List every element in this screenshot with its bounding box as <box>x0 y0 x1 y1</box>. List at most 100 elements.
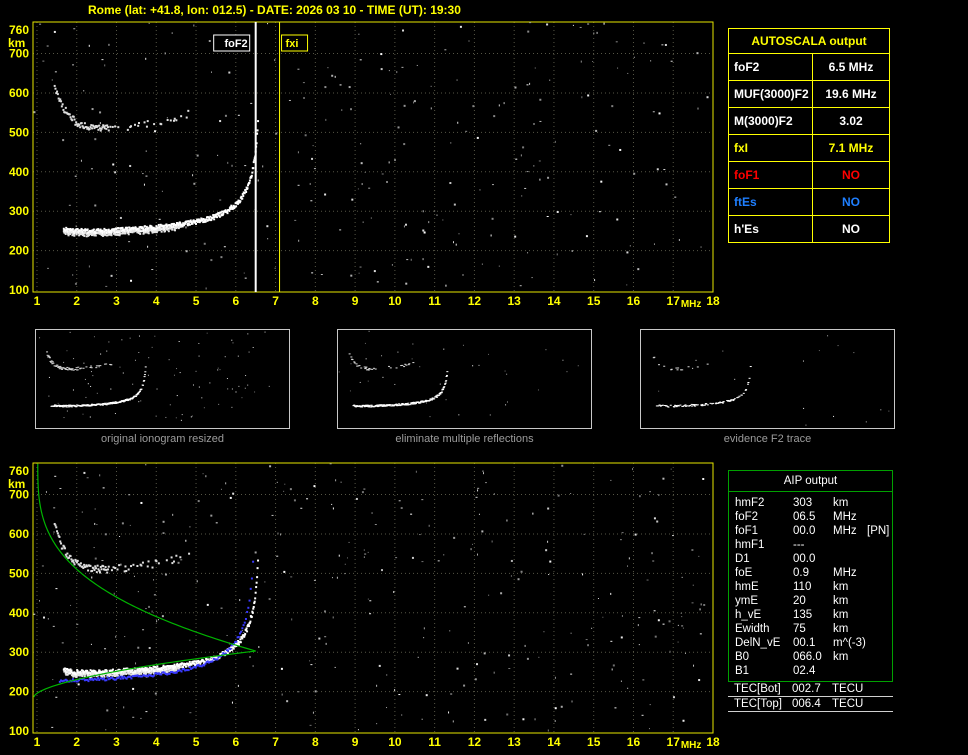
svg-text:16: 16 <box>627 735 641 749</box>
svg-text:17: 17 <box>667 294 681 308</box>
row-label: hmF2 <box>735 497 765 509</box>
svg-text:17: 17 <box>667 735 681 749</box>
thumbnail-original-plot <box>35 329 290 429</box>
tec-top-row: TEC[Top] 006.4 TECU <box>728 697 893 712</box>
row-value: 02.4 <box>793 665 816 677</box>
svg-text:8: 8 <box>312 294 319 308</box>
row-label: foF1 <box>735 525 759 537</box>
row-unit: m^(-3) <box>833 637 866 649</box>
row-value: 19.6 MHz <box>825 87 877 101</box>
row-extra <box>867 622 892 636</box>
svg-text:2: 2 <box>73 294 80 308</box>
svg-text:13: 13 <box>507 294 521 308</box>
aip-table-body: hmF2 303 km foF2 06.5 MHz foF1 00.0 MHz [PN] hm… <box>729 492 892 681</box>
svg-text:400: 400 <box>9 165 29 179</box>
row-unit: km <box>833 651 849 663</box>
row-value: NO <box>842 222 860 236</box>
svg-text:3: 3 <box>113 735 120 749</box>
row-unit: km <box>833 497 849 509</box>
table-row: foF1 00.0 MHz [PN] <box>729 524 892 538</box>
row-value: 7.1 MHz <box>828 141 874 155</box>
svg-text:100: 100 <box>9 724 29 738</box>
svg-text:600: 600 <box>9 86 29 100</box>
row-label: h'Es <box>729 216 813 242</box>
table-row: MUF(3000)F2 19.6 MHz <box>729 81 889 108</box>
svg-text:km: km <box>8 36 25 50</box>
row-value: 00.0 <box>793 525 816 537</box>
svg-text:2: 2 <box>73 735 80 749</box>
row-unit <box>833 552 867 566</box>
table-row: M(3000)F2 3.02 <box>729 108 889 135</box>
svg-text:8: 8 <box>312 735 319 749</box>
svg-text:9: 9 <box>352 294 359 308</box>
row-extra <box>867 636 892 650</box>
autoscala-table: AUTOSCALA output foF2 6.5 MHz MUF(3000)F… <box>728 28 890 243</box>
row-label: D1 <box>735 553 750 565</box>
svg-text:6: 6 <box>232 735 239 749</box>
table-row: ymE 20 km <box>729 594 892 608</box>
tec-bottom-row: TEC[Bot] 002.7 TECU <box>728 682 893 697</box>
row-extra <box>867 566 892 580</box>
row-extra <box>867 664 892 678</box>
svg-text:fxi: fxi <box>286 38 299 50</box>
row-value: 135 <box>793 609 813 621</box>
svg-text:6: 6 <box>232 294 239 308</box>
svg-text:9: 9 <box>352 735 359 749</box>
row-unit <box>833 538 867 552</box>
svg-text:1: 1 <box>34 735 41 749</box>
table-row: h'Es NO <box>729 216 889 242</box>
row-value: 06.5 <box>793 511 816 523</box>
svg-text:km: km <box>8 477 25 491</box>
svg-text:760: 760 <box>9 464 29 478</box>
row-unit: km <box>833 623 849 635</box>
row-value: NO <box>842 168 860 182</box>
thumbnail-original-ionogram <box>35 329 290 429</box>
row-unit: TECU <box>832 683 864 695</box>
row-value: 00.0 <box>793 553 816 565</box>
row-extra <box>867 594 892 608</box>
row-extra <box>867 580 892 594</box>
aip-table-title: AIP output <box>729 471 892 492</box>
row-label: TEC[Bot] <box>734 683 781 695</box>
thumbnail-caption: eliminate multiple reflections <box>395 433 534 445</box>
row-unit: MHz <box>833 511 857 523</box>
row-value: 00.1 <box>793 637 816 649</box>
table-row: B1 02.4 <box>729 664 892 678</box>
svg-text:7: 7 <box>272 735 279 749</box>
row-value: 303 <box>793 497 813 509</box>
table-row: D1 00.0 <box>729 552 892 566</box>
aip-table-main: AIP output hmF2 303 km foF2 06.5 MHz foF1 00.… <box>728 470 893 682</box>
table-row: foF2 6.5 MHz <box>729 54 889 81</box>
svg-text:4: 4 <box>153 735 160 749</box>
autoscala-table-title: AUTOSCALA output <box>729 29 889 54</box>
row-label: foF2 <box>735 511 759 523</box>
table-row: hmF2 303 km <box>729 496 892 510</box>
row-value: 75 <box>793 623 806 635</box>
svg-text:MHz: MHz <box>681 299 702 310</box>
row-value: NO <box>842 195 860 209</box>
row-extra <box>867 510 892 524</box>
svg-text:100: 100 <box>9 283 29 297</box>
svg-text:200: 200 <box>9 685 29 699</box>
row-extra <box>867 538 892 552</box>
row-unit: km <box>833 609 849 621</box>
svg-text:12: 12 <box>468 735 482 749</box>
svg-text:10: 10 <box>388 735 402 749</box>
svg-text:15: 15 <box>587 294 601 308</box>
row-value: 3.02 <box>839 114 863 128</box>
table-row: DelN_vE 00.1 m^(-3) <box>729 636 892 650</box>
svg-text:18: 18 <box>706 294 720 308</box>
ionogram-profile-plot: 760700600500400300200100km1 2 3 4 5 6 7 8 9 10 11 1… <box>8 462 720 751</box>
row-label: Ewidth <box>735 623 770 635</box>
svg-text:300: 300 <box>9 204 29 218</box>
row-label: B1 <box>735 665 750 677</box>
row-unit: MHz <box>833 525 857 537</box>
svg-text:600: 600 <box>9 527 29 541</box>
thumbnail-evidence-plot <box>640 329 895 429</box>
table-row: B0 066.0 km <box>729 650 892 664</box>
row-label: h_vE <box>735 609 762 621</box>
row-value: 20 <box>793 595 806 607</box>
row-extra <box>867 552 892 566</box>
row-label: foF1 <box>729 162 813 188</box>
table-row: hmF1 --- <box>729 538 892 552</box>
